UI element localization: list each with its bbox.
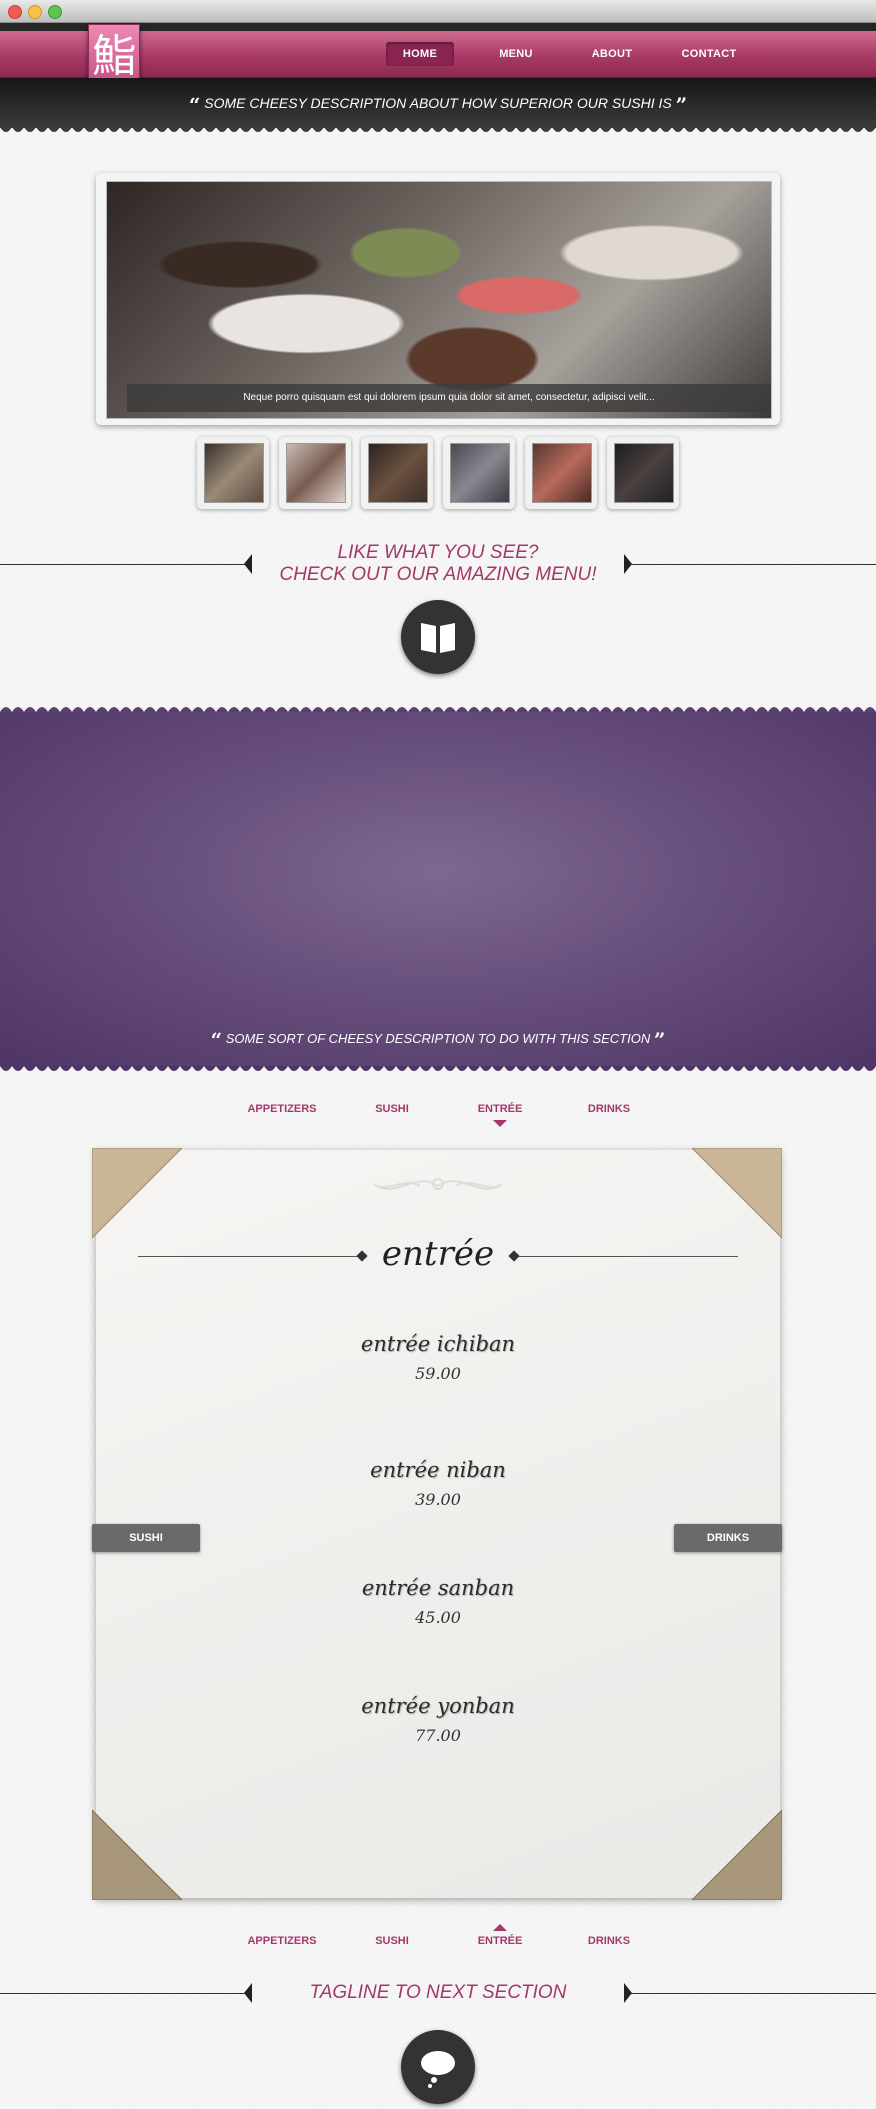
- next-section-tagline: TAGLINE TO NEXT SECTION: [309, 1982, 567, 2003]
- tab-entree[interactable]: ENTRÉE: [450, 1935, 550, 1947]
- menu-item-name: entrée ichiban: [360, 1332, 516, 1356]
- photo-corner-bottom-right: [692, 1810, 782, 1900]
- purple-top-scallop: [0, 704, 876, 712]
- menu-item-name: entrée sanban: [361, 1576, 515, 1600]
- minimize-window-icon[interactable]: [28, 5, 42, 19]
- tab-sushi[interactable]: SUSHI: [342, 1935, 442, 1947]
- nav-contact[interactable]: CONTACT: [670, 42, 748, 66]
- section-description: “ SOME SORT OF CHEESY DESCRIPTION TO DO …: [0, 1028, 876, 1052]
- window-titlebar: [0, 0, 876, 23]
- menu-item-price: 39.00: [415, 1490, 461, 1509]
- ornament-flourish-icon: [373, 1178, 503, 1190]
- book-icon: [421, 623, 455, 653]
- close-window-icon[interactable]: [8, 5, 22, 19]
- photo-corner-bottom-left: [92, 1810, 182, 1900]
- nav-home[interactable]: HOME: [386, 42, 454, 66]
- header-tagline-bar: “ SOME CHEESY DESCRIPTION ABOUT HOW SUPE…: [0, 78, 876, 128]
- sushi-platter-image[interactable]: Neque porro quisquam est qui dolorem ips…: [106, 181, 772, 419]
- purple-bottom-scallop: [0, 1066, 876, 1074]
- cta-line-1: LIKE WHAT YOU SEE?: [337, 542, 539, 563]
- slider-thumbnail[interactable]: [361, 437, 433, 509]
- prev-category-button[interactable]: SUSHI: [92, 1524, 200, 1552]
- active-tab-indicator-icon: [493, 1120, 507, 1127]
- maximize-window-icon[interactable]: [48, 5, 62, 19]
- menu-item-price: 77.00: [415, 1726, 461, 1745]
- slider-caption: Neque porro quisquam est qui dolorem ips…: [127, 384, 771, 412]
- purple-feature-section: “ SOME SORT OF CHEESY DESCRIPTION TO DO …: [0, 712, 876, 1066]
- header-scallop-edge: [0, 127, 876, 135]
- photo-corner-top-right: [692, 1148, 782, 1238]
- image-slider: Neque porro quisquam est qui dolorem ips…: [96, 173, 780, 425]
- nav-about[interactable]: ABOUT: [576, 42, 648, 66]
- menu-item-price: 59.00: [415, 1364, 461, 1383]
- menu-item-price: 45.00: [415, 1608, 461, 1627]
- header-tagline-text: SOME CHEESY DESCRIPTION ABOUT HOW SUPERI…: [204, 95, 672, 111]
- tab-appetizers[interactable]: APPETIZERS: [232, 1103, 332, 1115]
- cta-line-2: CHECK OUT OUR AMAZING MENU!: [279, 564, 597, 585]
- menu-item-name: entrée yonban: [361, 1694, 515, 1718]
- speech-bubble-icon: [421, 2051, 455, 2088]
- quote-open-icon: “: [188, 93, 201, 117]
- tab-entree[interactable]: ENTRÉE: [450, 1103, 550, 1115]
- tab-drinks[interactable]: DRINKS: [559, 1935, 659, 1947]
- next-category-button[interactable]: DRINKS: [674, 1524, 782, 1552]
- active-tab-indicator-icon: [493, 1924, 507, 1931]
- photo-corner-top-left: [92, 1148, 182, 1238]
- menu-section-title: entrée: [381, 1234, 495, 1274]
- chat-button[interactable]: [401, 2030, 475, 2104]
- slider-thumbnail[interactable]: [607, 437, 679, 509]
- section-description-text: SOME SORT OF CHEESY DESCRIPTION TO DO WI…: [225, 1031, 651, 1046]
- slider-thumbnail[interactable]: [525, 437, 597, 509]
- quote-open-icon: “: [210, 1028, 223, 1052]
- menu-item-name: entrée niban: [370, 1458, 506, 1482]
- header-tagline: “ SOME CHEESY DESCRIPTION ABOUT HOW SUPE…: [0, 93, 876, 117]
- nav-menu[interactable]: MENU: [480, 42, 552, 66]
- tab-sushi[interactable]: SUSHI: [342, 1103, 442, 1115]
- slider-thumbnail[interactable]: [443, 437, 515, 509]
- slider-thumbnail[interactable]: [197, 437, 269, 509]
- slider-thumbnail[interactable]: [279, 437, 351, 509]
- tab-appetizers[interactable]: APPETIZERS: [232, 1935, 332, 1947]
- quote-close-icon: ”: [675, 93, 688, 117]
- menu-book-button[interactable]: [401, 600, 475, 674]
- tab-drinks[interactable]: DRINKS: [559, 1103, 659, 1115]
- quote-close-icon: ”: [653, 1028, 666, 1052]
